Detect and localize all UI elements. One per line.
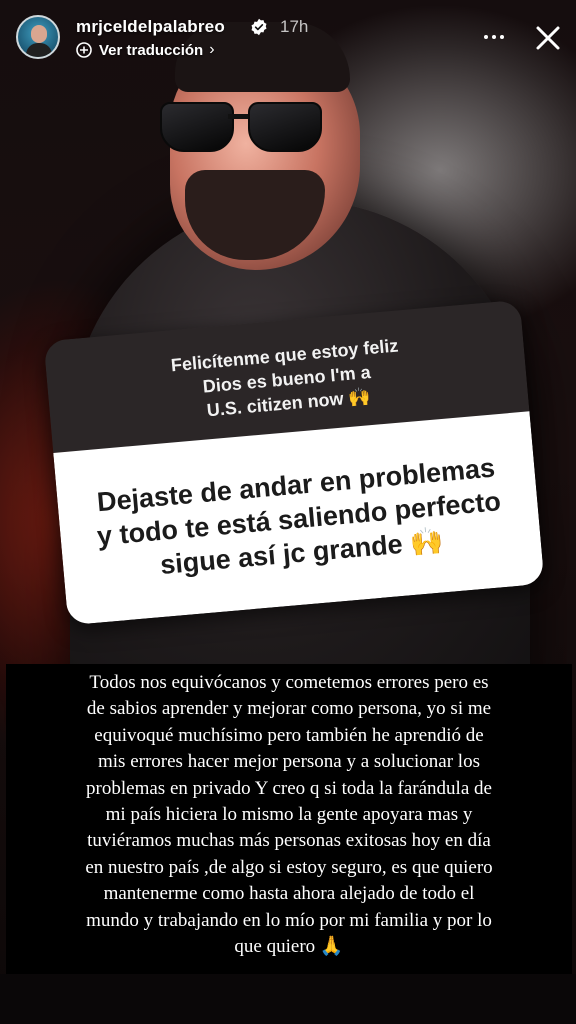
- translate-label: Ver traducción: [99, 41, 204, 59]
- caption-line: mundo y trabajando en lo mío por mi fami…: [86, 909, 492, 931]
- close-icon[interactable]: [530, 20, 566, 56]
- caption-line: de sabios aprender y mejorar como person…: [86, 698, 492, 720]
- translate-icon: [76, 42, 92, 58]
- story-header: mrjceldelpalabreo 17h Ver traducción ›: [0, 0, 576, 80]
- avatar[interactable]: [16, 15, 60, 59]
- caption-line: equivoqué muchísimo pero también he apre…: [94, 724, 484, 746]
- sunglasses: [160, 102, 330, 152]
- caption-line: mis errores hacer mejor persona y a solu…: [98, 751, 480, 773]
- caption-line: mi país hiciera lo mismo la gente apoyar…: [105, 804, 473, 826]
- caption-line: Todos nos equivócanos y cometemos errore…: [89, 672, 489, 693]
- caption-line: problemas en privado Y creo q si toda la…: [86, 777, 492, 799]
- caption-line: en nuestro país ,de algo si estoy seguro…: [85, 856, 493, 878]
- more-icon[interactable]: [476, 22, 512, 52]
- translate-button[interactable]: Ver traducción ›: [76, 40, 215, 60]
- caption-line: tuviéramos muchas más personas exitosas …: [87, 830, 491, 852]
- verified-badge-icon: [251, 18, 267, 36]
- username[interactable]: mrjceldelpalabreo: [76, 17, 225, 37]
- chevron-right-icon: ›: [209, 41, 215, 58]
- bottom-bar: [0, 974, 576, 1024]
- caption-line: que quiero 🙏: [234, 936, 344, 958]
- caption-text-box: Todos nos equivócanos y cometemos errore…: [6, 664, 572, 974]
- caption-line: mantenerme como hasta ahora alejado de t…: [103, 883, 475, 905]
- question-sticker: Felicítenme que estoy feliz Dios es buen…: [43, 299, 545, 626]
- post-time: 17h: [280, 17, 309, 36]
